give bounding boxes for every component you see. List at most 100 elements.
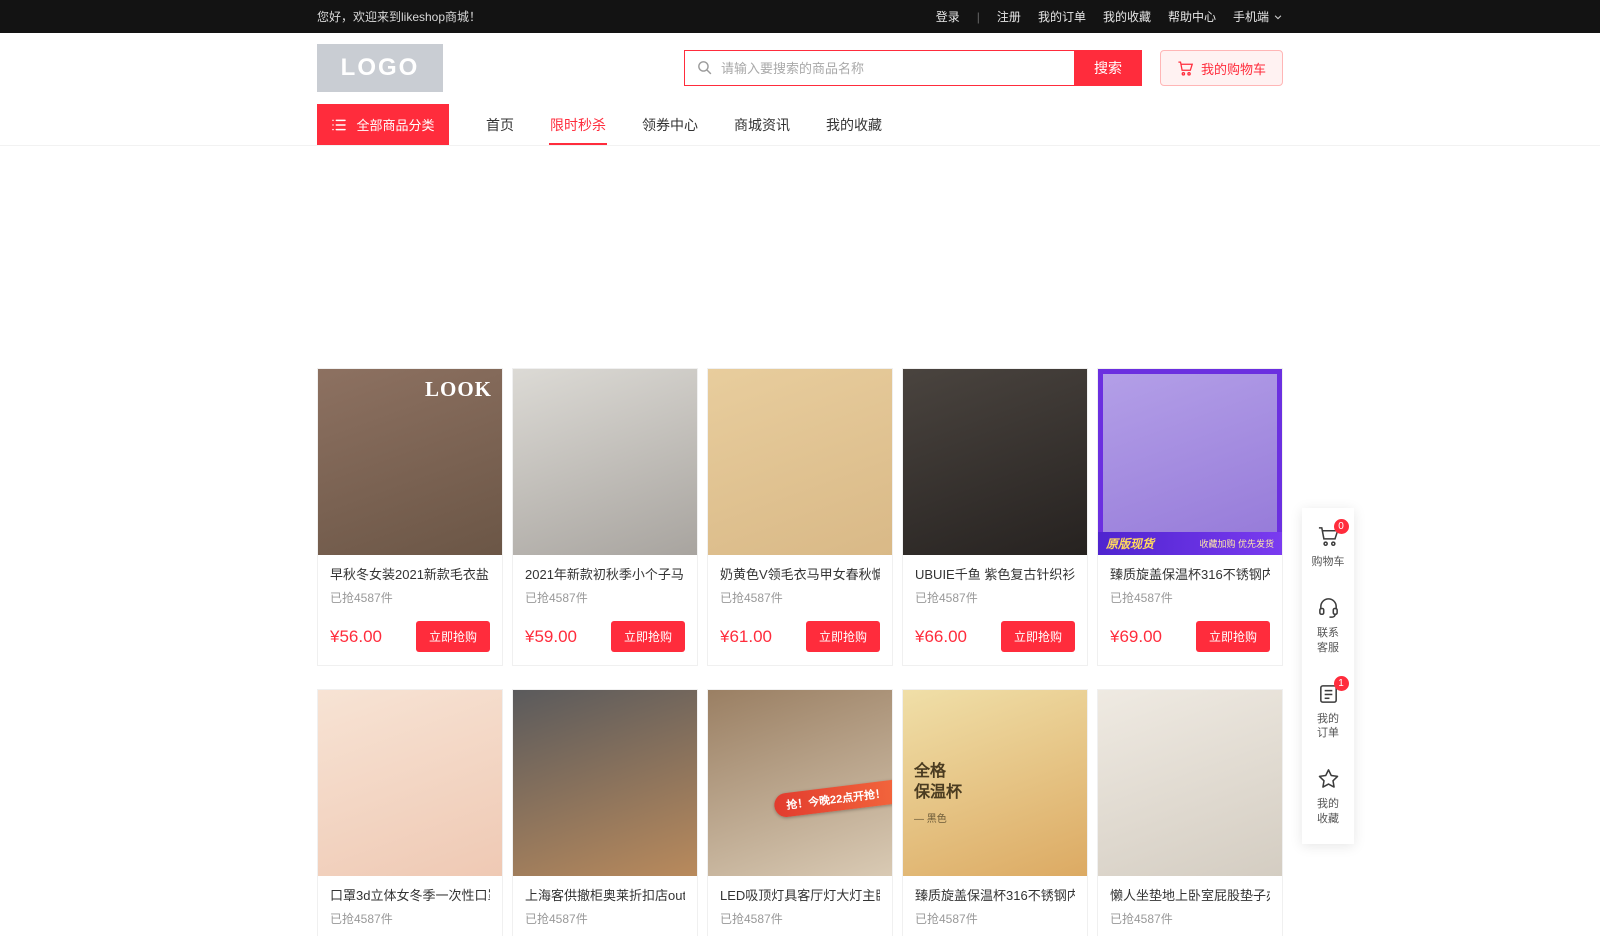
divider: |	[977, 10, 980, 24]
product-price: ¥59.00	[525, 627, 577, 647]
nav-item-coupon-center[interactable]: 领券中心	[641, 105, 699, 145]
mobile-entry-label: 手机端	[1233, 8, 1269, 25]
product-image[interactable]: 抢！今晚22点开抢！	[708, 690, 892, 876]
product-sold-count: 已抢4587件	[525, 589, 685, 606]
product-sold-count: 已抢4587件	[720, 910, 880, 927]
product-sold-count: 已抢4587件	[330, 589, 490, 606]
image-side-text: 全格 保温杯 — 黑色	[914, 762, 962, 825]
product-title: UBUIE千鱼 紫色复古针织衫马...	[915, 564, 1075, 583]
mobile-entry-link[interactable]: 手机端	[1233, 8, 1283, 25]
image-banner: 原版现货 收藏加购 优先发货	[1098, 532, 1282, 555]
my-cart-button[interactable]: 我的购物车	[1160, 50, 1283, 86]
nav-item-flash-sale[interactable]: 限时秒杀	[549, 105, 607, 145]
all-categories-button[interactable]: 全部商品分类	[317, 104, 449, 145]
flash-sale-product-grid: LOOK 早秋冬女装2021新款毛衣盐系... 已抢4587件 ¥56.00 立…	[317, 368, 1283, 936]
float-cart-item[interactable]: 0 购物车	[1302, 512, 1354, 583]
main-nav: 全部商品分类 首页 限时秒杀 领券中心 商城资讯 我的收藏	[317, 104, 1283, 145]
nav-item-home[interactable]: 首页	[485, 105, 515, 145]
search-icon	[696, 59, 713, 76]
float-my-favorites-label: 我的 收藏	[1317, 797, 1339, 827]
my-cart-label: 我的购物车	[1201, 59, 1266, 78]
product-sold-count: 已抢4587件	[1110, 589, 1270, 606]
all-categories-label: 全部商品分类	[356, 115, 434, 134]
product-price: ¥56.00	[330, 627, 382, 647]
cart-badge: 0	[1334, 519, 1349, 534]
product-image[interactable]: 原版现货 收藏加购 优先发货	[1098, 369, 1282, 555]
product-price: ¥61.00	[720, 627, 772, 647]
product-title: 懒人坐垫地上卧室屁股垫子办...	[1110, 885, 1270, 904]
product-title: 臻质旋盖保温杯316不锈钢内胆...	[1110, 564, 1270, 583]
product-sold-count: 已抢4587件	[525, 910, 685, 927]
product-image[interactable]	[708, 369, 892, 555]
cart-icon	[1177, 60, 1194, 77]
header: LOGO 搜索 我的购物车 全部商品分类 首页 限时秒杀 领券中心 商城资讯 我…	[317, 33, 1283, 145]
star-icon	[1317, 767, 1340, 790]
product-card[interactable]: 全格 保温杯 — 黑色 臻质旋盖保温杯316不锈钢内胆... 已抢4587件 ¥…	[902, 689, 1088, 936]
nav-item-my-favorites[interactable]: 我的收藏	[825, 105, 883, 145]
my-orders-link[interactable]: 我的订单	[1038, 8, 1086, 25]
product-card[interactable]: 抢！今晚22点开抢！ LED吸顶灯具客厅灯大灯主卧... 已抢4587件 ¥65…	[707, 689, 893, 936]
login-link[interactable]: 登录	[936, 8, 960, 25]
product-card[interactable]: 原版现货 收藏加购 优先发货 臻质旋盖保温杯316不锈钢内胆... 已抢4587…	[1097, 368, 1283, 666]
image-side-subtitle: — 黑色	[914, 810, 962, 825]
product-card[interactable]: 懒人坐垫地上卧室屁股垫子办... 已抢4587件 ¥19.90 立即抢购	[1097, 689, 1283, 936]
help-center-link[interactable]: 帮助中心	[1168, 8, 1216, 25]
product-card[interactable]: 奶黄色V领毛衣马甲女春秋慵懒... 已抢4587件 ¥61.00 立即抢购	[707, 368, 893, 666]
nav-item-mall-news[interactable]: 商城资讯	[733, 105, 791, 145]
float-my-orders-label: 我的 订单	[1317, 712, 1339, 742]
image-ribbon-text: 抢！今晚22点开抢！	[773, 779, 892, 818]
buy-now-button[interactable]: 立即抢购	[416, 621, 490, 652]
product-title: 2021年新款初秋季小个子马甲...	[525, 564, 685, 583]
product-price: ¥66.00	[915, 627, 967, 647]
float-my-orders-item[interactable]: 1 我的 订单	[1302, 669, 1354, 755]
buy-now-button[interactable]: 立即抢购	[1196, 621, 1270, 652]
float-customer-service-item[interactable]: 联系 客服	[1302, 583, 1354, 669]
my-favorites-link[interactable]: 我的收藏	[1103, 8, 1151, 25]
register-link[interactable]: 注册	[997, 8, 1021, 25]
product-image[interactable]	[318, 690, 502, 876]
search-button[interactable]: 搜索	[1074, 50, 1142, 86]
product-card[interactable]: 口罩3d立体女冬季一次性口罩 已抢4587件 ¥10.00 立即抢购	[317, 689, 503, 936]
chevron-down-icon	[1273, 12, 1283, 22]
product-image[interactable]: LOOK	[318, 369, 502, 555]
product-sold-count: 已抢4587件	[720, 589, 880, 606]
buy-now-button[interactable]: 立即抢购	[806, 621, 880, 652]
image-overlay-text: LOOK	[425, 377, 492, 402]
header-divider	[0, 145, 1600, 146]
image-side-title: 全格 保温杯	[914, 762, 962, 804]
welcome-text: 您好，欢迎来到likeshop商城！	[317, 8, 481, 25]
product-title: 臻质旋盖保温杯316不锈钢内胆...	[915, 885, 1075, 904]
product-image[interactable]: 全格 保温杯 — 黑色	[903, 690, 1087, 876]
product-card[interactable]: 2021年新款初秋季小个子马甲... 已抢4587件 ¥59.00 立即抢购	[512, 368, 698, 666]
product-card[interactable]: UBUIE千鱼 紫色复古针织衫马... 已抢4587件 ¥66.00 立即抢购	[902, 368, 1088, 666]
product-image[interactable]	[513, 690, 697, 876]
product-title: 早秋冬女装2021新款毛衣盐系...	[330, 564, 490, 583]
product-sold-count: 已抢4587件	[1110, 910, 1270, 927]
product-image[interactable]	[903, 369, 1087, 555]
site-logo[interactable]: LOGO	[317, 44, 443, 92]
top-utility-bar: 您好，欢迎来到likeshop商城！ 登录 | 注册 我的订单 我的收藏 帮助中…	[0, 0, 1600, 33]
product-card[interactable]: 上海客供撤柜奥莱折扣店outlets 已抢4587件 ¥46.00 立即抢购	[512, 689, 698, 936]
buy-now-button[interactable]: 立即抢购	[1001, 621, 1075, 652]
float-my-favorites-item[interactable]: 我的 收藏	[1302, 754, 1354, 840]
product-sold-count: 已抢4587件	[330, 910, 490, 927]
category-list-icon	[331, 117, 347, 133]
product-card[interactable]: LOOK 早秋冬女装2021新款毛衣盐系... 已抢4587件 ¥56.00 立…	[317, 368, 503, 666]
buy-now-button[interactable]: 立即抢购	[611, 621, 685, 652]
headset-icon	[1317, 596, 1340, 619]
float-cart-label: 购物车	[1312, 555, 1345, 570]
search-input[interactable]	[684, 50, 1074, 86]
product-sold-count: 已抢4587件	[915, 910, 1075, 927]
product-image[interactable]	[513, 369, 697, 555]
my-orders-badge: 1	[1334, 676, 1349, 691]
product-title: 奶黄色V领毛衣马甲女春秋慵懒...	[720, 564, 880, 583]
floating-toolbar: 0 购物车 联系 客服 1 我的 订单 我的 收藏	[1302, 508, 1354, 844]
product-title: LED吸顶灯具客厅灯大灯主卧...	[720, 885, 880, 904]
product-price: ¥69.00	[1110, 627, 1162, 647]
product-image[interactable]	[1098, 690, 1282, 876]
product-sold-count: 已抢4587件	[915, 589, 1075, 606]
banner-right-text: 收藏加购 优先发货	[1199, 537, 1274, 550]
float-customer-service-label: 联系 客服	[1317, 626, 1339, 656]
banner-left-text: 原版现货	[1106, 535, 1154, 552]
product-title: 口罩3d立体女冬季一次性口罩	[330, 885, 490, 904]
